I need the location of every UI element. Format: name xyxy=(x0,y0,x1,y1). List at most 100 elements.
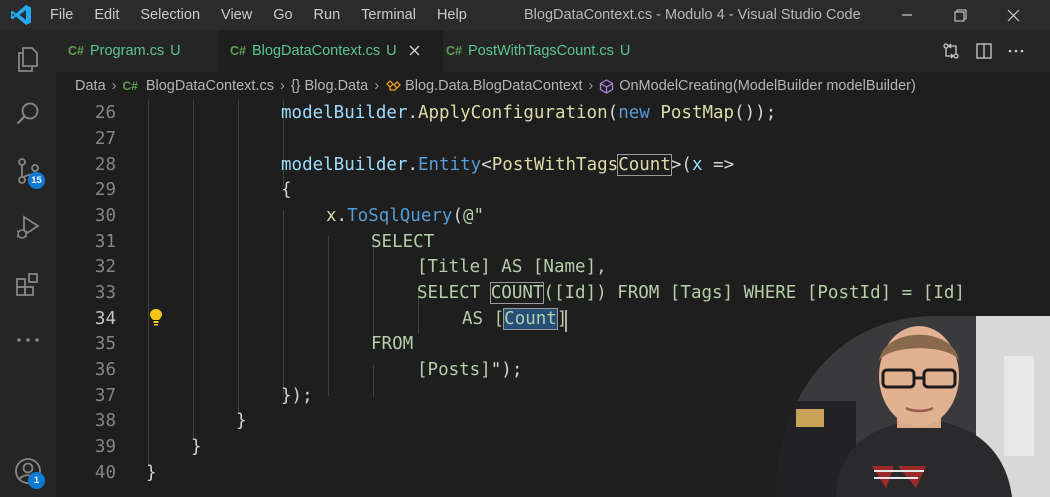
indent-guide xyxy=(373,236,374,346)
code-line-37: }); xyxy=(281,386,313,406)
chevron-right-icon: › xyxy=(588,78,594,94)
breadcrumb-folder[interactable]: Data xyxy=(75,78,106,94)
menu-go[interactable]: Go xyxy=(273,7,292,23)
more-actions-button[interactable] xyxy=(1008,43,1024,59)
code-line-40: } xyxy=(146,463,157,483)
code-line-29: { xyxy=(281,180,292,200)
indent-guide xyxy=(193,100,194,440)
line-number: 28 xyxy=(94,155,116,175)
menu-edit[interactable]: Edit xyxy=(94,7,119,23)
breadcrumb-class[interactable]: Blog.Data.BlogDataContext xyxy=(405,78,582,94)
run-debug-button[interactable] xyxy=(0,203,56,251)
csharp-file-icon: C# xyxy=(230,44,246,58)
line-number: 36 xyxy=(94,360,116,380)
search-icon xyxy=(16,102,39,125)
minimize-icon xyxy=(902,14,912,16)
editor-actions xyxy=(942,30,1024,72)
line-number: 38 xyxy=(94,411,116,431)
code-line-26: modelBuilder.ApplyConfiguration(new Post… xyxy=(281,103,777,123)
menu-selection[interactable]: Selection xyxy=(140,7,200,23)
indent-guide xyxy=(238,100,239,414)
line-number: 35 xyxy=(94,334,116,354)
breadcrumb-file[interactable]: BlogDataContext.cs xyxy=(146,78,274,94)
source-control-badge: 15 xyxy=(28,172,45,189)
method-icon xyxy=(600,78,614,94)
indent-guide xyxy=(283,210,284,396)
line-number: 40 xyxy=(94,463,116,483)
code-line-39: } xyxy=(191,437,202,457)
class-icon xyxy=(386,80,401,91)
accounts-button[interactable]: 1 xyxy=(0,447,56,495)
source-control-button[interactable]: 15 xyxy=(0,147,56,195)
compare-changes-icon xyxy=(943,43,959,59)
untracked-badge: U xyxy=(170,43,181,59)
line-number: 31 xyxy=(94,232,116,252)
chevron-right-icon: › xyxy=(111,78,117,94)
text-cursor xyxy=(565,310,567,332)
menu-terminal[interactable]: Terminal xyxy=(361,7,416,23)
line-number: 27 xyxy=(94,129,116,149)
vscode-logo-icon xyxy=(11,5,31,25)
code-line-33: SELECT COUNT([Id]) FROM [Tags] WHERE [Po… xyxy=(417,282,965,304)
explorer-icon xyxy=(18,47,38,72)
accounts-badge: 1 xyxy=(28,472,45,489)
more-icon xyxy=(17,338,39,342)
restore-button[interactable] xyxy=(937,0,983,30)
chevron-right-icon: › xyxy=(279,78,285,94)
menu-help[interactable]: Help xyxy=(437,7,467,23)
split-editor-icon xyxy=(976,43,992,59)
close-tab-button[interactable] xyxy=(409,43,420,60)
menu-file[interactable]: File xyxy=(50,7,73,23)
more-icon xyxy=(1008,49,1024,53)
code-line-32: [Title] AS [Name], xyxy=(417,257,607,277)
namespace-icon: {} xyxy=(290,78,301,94)
restore-icon xyxy=(953,8,967,22)
chevron-right-icon: › xyxy=(374,78,380,94)
title-bar: File Edit Selection View Go Run Terminal… xyxy=(0,0,1050,30)
line-number: 29 xyxy=(94,180,116,200)
tab-program-cs[interactable]: C# Program.cs U xyxy=(68,30,181,72)
tab-blogdatacontext-cs[interactable]: C# BlogDataContext.cs U xyxy=(218,30,443,72)
line-number: 26 xyxy=(94,103,116,123)
run-debug-icon xyxy=(16,215,40,239)
lightbulb-icon[interactable] xyxy=(149,308,163,326)
code-line-30: x.ToSqlQuery(@" xyxy=(326,206,485,226)
menu-view[interactable]: View xyxy=(221,7,252,23)
close-icon xyxy=(409,45,420,55)
csharp-file-icon: C# xyxy=(122,79,138,93)
menu-run[interactable]: Run xyxy=(314,7,341,23)
code-line-31: SELECT xyxy=(371,232,435,252)
csharp-file-icon: C# xyxy=(68,44,84,58)
menu-bar: File Edit Selection View Go Run Terminal… xyxy=(50,0,488,30)
tab-label: BlogDataContext.cs xyxy=(251,43,381,59)
breadcrumb-namespace[interactable]: Blog.Data xyxy=(305,78,369,94)
activity-bar: 15 1 xyxy=(0,30,56,497)
code-line-28: modelBuilder.Entity<PostWithTagsCount>(x… xyxy=(281,154,735,176)
code-line-36: [Posts]"); xyxy=(417,360,523,380)
code-line-35: FROM xyxy=(371,334,414,354)
indent-guide xyxy=(373,365,374,397)
open-changes-button[interactable] xyxy=(942,42,960,60)
indent-guide xyxy=(328,236,329,396)
line-number: 39 xyxy=(94,437,116,457)
explorer-button[interactable] xyxy=(0,35,56,83)
close-icon xyxy=(1007,9,1019,21)
breadcrumb: Data › C# BlogDataContext.cs › {} Blog.D… xyxy=(56,72,1050,100)
line-number: 32 xyxy=(94,257,116,277)
close-window-button[interactable] xyxy=(990,0,1036,30)
line-number: 30 xyxy=(94,206,116,226)
minimize-button[interactable] xyxy=(884,0,930,30)
tab-label: PostWithTagsCount.cs xyxy=(467,43,614,59)
code-line-38: } xyxy=(236,411,247,431)
line-number: 33 xyxy=(94,283,116,303)
line-number-current: 34 xyxy=(94,309,116,329)
extensions-button[interactable] xyxy=(0,261,56,309)
breadcrumb-method[interactable]: OnModelCreating(ModelBuilder modelBuilde… xyxy=(619,78,916,94)
csharp-file-icon: C# xyxy=(446,44,462,58)
split-editor-button[interactable] xyxy=(976,43,992,59)
tab-postwithtagscount-cs[interactable]: C# PostWithTagsCount.cs U xyxy=(446,30,630,72)
indent-guide xyxy=(148,100,149,467)
more-views-button[interactable] xyxy=(0,316,56,364)
tab-label: Program.cs xyxy=(89,43,165,59)
search-button[interactable] xyxy=(0,90,56,138)
